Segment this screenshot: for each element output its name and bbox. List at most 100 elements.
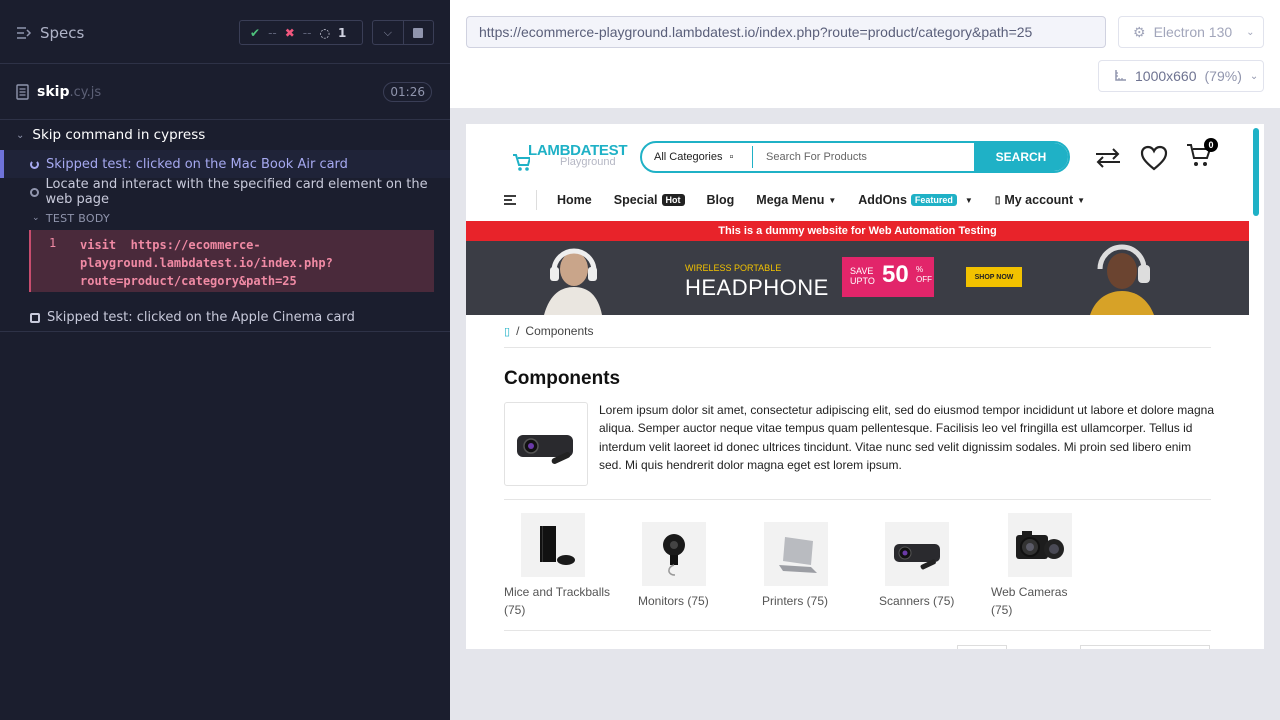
test-item[interactable]: Locate and interact with the specified c… <box>0 177 450 207</box>
nav-mega-menu[interactable]: Mega Menu ▼ <box>756 193 836 207</box>
run-controls: ⌵ <box>372 20 434 45</box>
limit-select-partial[interactable] <box>1080 645 1210 649</box>
subcategory-image <box>1008 513 1072 577</box>
breadcrumb-separator: / <box>516 324 520 338</box>
browser-selector[interactable]: ⚙ Electron 130 ⌄ <box>1118 16 1264 48</box>
banner-title: HEADPHONE <box>685 275 829 300</box>
home-icon[interactable]: ▯ <box>504 325 510 338</box>
suite-title: Skip command in cypress <box>32 127 206 143</box>
hamburger-menu-icon[interactable] <box>504 195 516 205</box>
toggle-auto-scroll-button[interactable]: ⌵ <box>373 21 404 44</box>
command-text-line: route=product/category&path=25 <box>80 274 297 288</box>
person-with-headphones-image <box>1090 244 1154 315</box>
spec-file-row: skip.cy.js 01:26 <box>0 64 450 120</box>
cart-button[interactable]: 0 <box>1186 138 1218 173</box>
command-visit[interactable]: 1 visit https://ecommerce- playground.la… <box>29 230 434 292</box>
subcategory-item[interactable]: Scanners (75) <box>879 522 989 610</box>
subcategory-item[interactable]: Printers (75) <box>762 522 872 610</box>
test-item[interactable]: Skipped test: clicked on the Apple Cinem… <box>0 304 450 332</box>
nav-my-account[interactable]: ▯ My account ▼ <box>995 193 1085 207</box>
nav-blog[interactable]: Blog <box>707 193 735 207</box>
iframe-scrollbar[interactable] <box>1249 124 1264 649</box>
viewport-info[interactable]: 1000x660 (79%) ⌄ <box>1098 60 1264 92</box>
divider <box>504 630 1211 631</box>
subcategory-image <box>642 522 706 586</box>
site-logo[interactable]: LAMBDATEST Playground <box>512 142 628 178</box>
skipped-icon <box>30 312 40 323</box>
person-with-headphones-image <box>544 248 602 315</box>
command-text-line: playground.lambdatest.io/index.php? <box>80 256 333 270</box>
pending-icon: ◌ <box>319 25 330 40</box>
subcategory-label: Mice and Trackballs (75) <box>504 585 611 617</box>
passed-count: -- <box>268 25 277 40</box>
spec-file-ext: .cy.js <box>69 85 102 100</box>
nav-account-label: My account <box>1004 193 1074 207</box>
search-button[interactable]: SEARCH <box>974 143 1068 171</box>
nav-addons-label: AddOns <box>858 193 907 207</box>
failed-count: -- <box>302 25 312 40</box>
suite-header[interactable]: ⌄ Skip command in cypress <box>0 120 450 150</box>
url-bar[interactable]: https://ecommerce-playground.lambdatest.… <box>466 16 1106 48</box>
laptop-image <box>779 537 817 573</box>
compare-icon[interactable] <box>1094 147 1122 169</box>
subcategory-label: Web Cameras (75) <box>991 585 1068 617</box>
aut-iframe: LAMBDATEST Playground All Categories ▫ S… <box>466 124 1264 649</box>
subcategory-image <box>764 522 828 586</box>
banner-subtitle: WIRELESS PORTABLE <box>685 263 782 273</box>
subcategory-image <box>885 522 949 586</box>
specs-label: Specs <box>40 24 85 42</box>
dslr-camera-image <box>1016 531 1064 559</box>
category-select[interactable]: All Categories ▫ <box>654 151 733 163</box>
command-text-line: visit https://ecommerce- <box>80 238 261 252</box>
stop-button[interactable] <box>404 21 434 44</box>
shop-now-button[interactable]: SHOP NOW <box>966 267 1022 287</box>
sale-pct-sign: % <box>916 265 924 274</box>
aut-header: https://ecommerce-playground.lambdatest.… <box>450 0 1280 108</box>
subcategory-item[interactable]: Mice and Trackballs (75) <box>504 513 614 619</box>
suite: ⌄ Skip command in cypress Skipped test: … <box>0 120 450 332</box>
test-body-label: TEST BODY <box>45 211 111 225</box>
subcategory-item[interactable]: Monitors (75) <box>638 522 748 610</box>
passed-icon: ✔ <box>250 25 261 40</box>
category-value: All Categories <box>654 151 723 163</box>
chevron-down-icon: ⌄ <box>1246 26 1255 38</box>
specs-button[interactable]: Specs <box>16 24 84 42</box>
spec-duration: 01:26 <box>383 82 432 102</box>
nav-home[interactable]: Home <box>557 193 592 207</box>
subcategory-item[interactable]: Web Cameras (75) <box>991 513 1087 619</box>
command-text: visit https://ecommerce- playground.lamb… <box>80 236 333 290</box>
test-title: Skipped test: clicked on the Apple Cinem… <box>47 310 355 325</box>
nav-home-label: Home <box>557 193 592 207</box>
test-item[interactable]: Skipped test: clicked on the Mac Book Ai… <box>0 150 450 178</box>
scrollbar-thumb[interactable] <box>1253 128 1259 216</box>
hot-badge: Hot <box>661 194 685 206</box>
user-icon: ▯ <box>994 194 1001 206</box>
specs-list-icon <box>17 27 32 39</box>
caret-down-icon: ▼ <box>828 195 837 205</box>
sale-save: SAVE UPTO <box>850 266 875 286</box>
breadcrumb-current: Components <box>525 324 594 338</box>
spec-file-link[interactable]: skip.cy.js <box>16 84 101 100</box>
subcategory-image <box>521 513 585 577</box>
search-input[interactable]: Search For Products <box>766 151 867 163</box>
nav-special[interactable]: Special Hot <box>614 193 685 207</box>
chevron-down-icon: ⌄ <box>16 129 25 141</box>
sale-badge: SAVE UPTO 50 % OFF <box>842 257 934 297</box>
logo-subtext: Playground <box>560 156 616 168</box>
nav-mega-menu-label: Mega Menu <box>756 193 825 207</box>
promo-banner[interactable]: WIRELESS PORTABLE HEADPHONE SAVE UPTO 50 … <box>466 241 1249 315</box>
divider <box>504 347 1211 348</box>
chevron-down-icon: ⌵ <box>383 25 392 39</box>
test-title: Skipped test: clicked on the Mac Book Ai… <box>46 156 348 172</box>
caret-down-icon: ▼ <box>1077 195 1086 205</box>
sort-select-partial[interactable] <box>957 645 1007 649</box>
nav-addons[interactable]: AddOns Featured ▼ <box>858 193 973 207</box>
subcategory-label: Monitors (75) <box>638 594 709 608</box>
test-body-header[interactable]: ⌄ TEST BODY <box>0 206 450 230</box>
page-title: Components <box>504 368 621 389</box>
divider <box>504 499 1211 500</box>
wishlist-heart-icon[interactable] <box>1140 145 1168 171</box>
projector-image <box>517 435 573 464</box>
category-description: Lorem ipsum dolor sit amet, consectetur … <box>599 403 1214 472</box>
reporter-header: Specs ✔ -- ✖ -- ◌ 1 ⌵ <box>0 0 450 64</box>
